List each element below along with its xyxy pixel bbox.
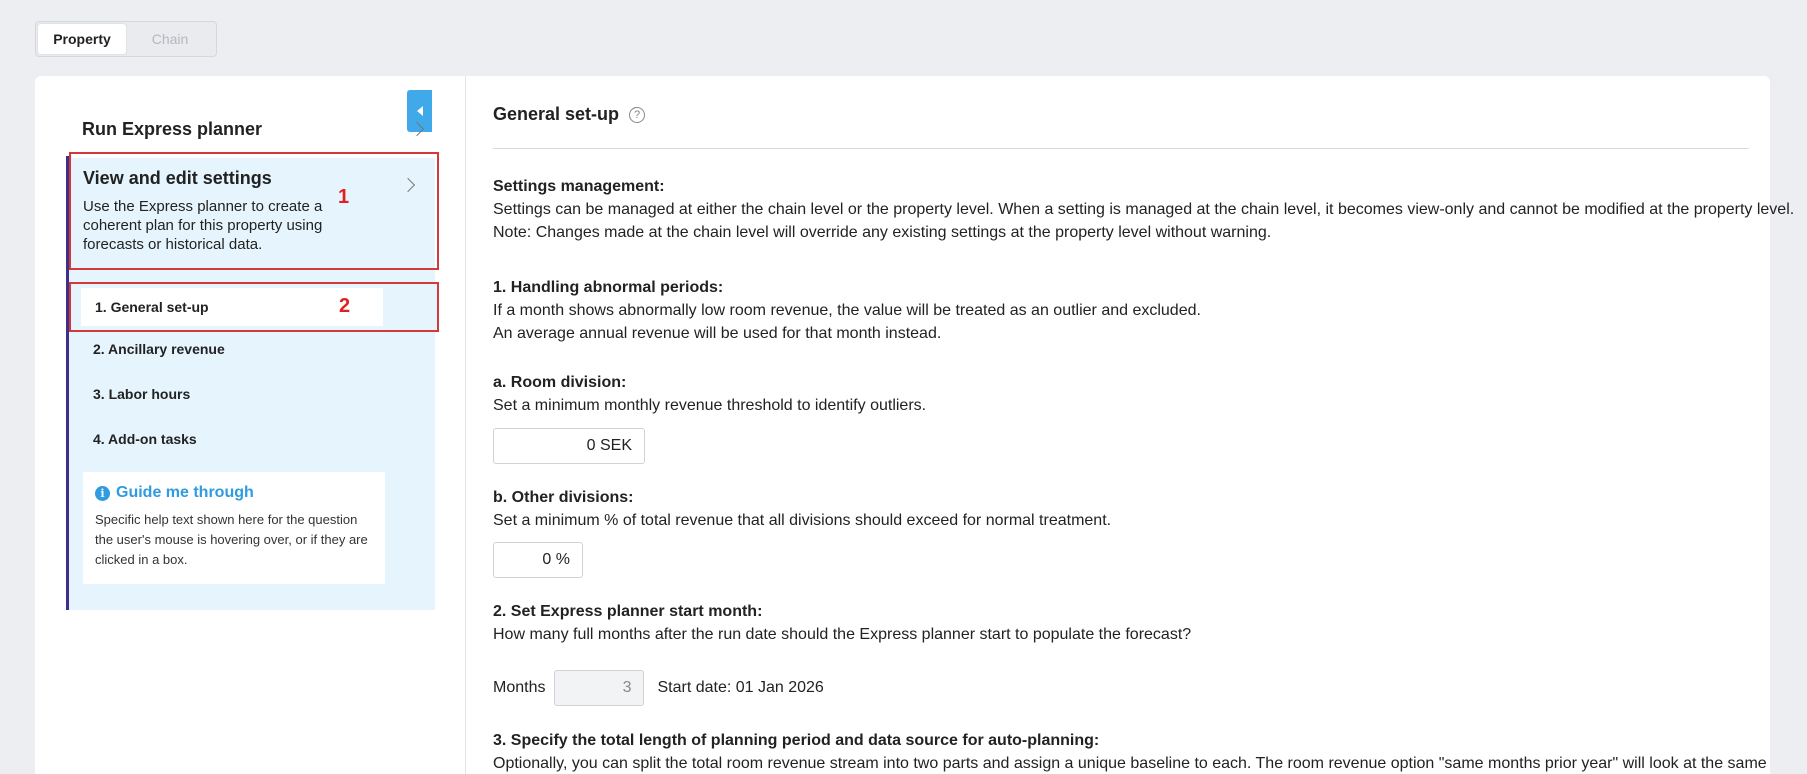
main-card: Run Express planner View and edit settin… bbox=[35, 76, 1794, 774]
settings-description: Use the Express planner to create a cohe… bbox=[83, 198, 323, 253]
sidebar-item-view-edit-settings[interactable]: View and edit settings Use the Express p… bbox=[69, 152, 439, 270]
annotation-1: 1 bbox=[338, 186, 350, 208]
s2-heading: 2. Set Express planner start month: bbox=[493, 603, 763, 620]
guide-title[interactable]: i Guide me through bbox=[95, 484, 373, 502]
s1-heading: 1. Handling abnormal periods: bbox=[493, 279, 724, 296]
view-toggle: Property Chain bbox=[35, 21, 217, 57]
settings-title: View and edit settings bbox=[83, 168, 272, 188]
step-general-setup-label: 1. General set-up bbox=[81, 288, 383, 326]
months-label: Months bbox=[493, 679, 546, 696]
run-planner-label: Run Express planner bbox=[82, 118, 263, 139]
s1-line1: If a month shows abnormally low room rev… bbox=[493, 302, 1201, 319]
room-division-text: Set a minimum monthly revenue threshold … bbox=[493, 397, 927, 414]
step-general-setup[interactable]: 1. General set-up bbox=[69, 282, 439, 332]
help-icon[interactable]: ? bbox=[629, 106, 646, 123]
annotation-2: 2 bbox=[339, 295, 351, 317]
title-divider bbox=[493, 148, 1749, 149]
s2-text: How many full months after the run date … bbox=[493, 626, 1192, 643]
guide-text: Specific help text shown here for the qu… bbox=[95, 512, 368, 567]
page-title-label: General set-up bbox=[493, 104, 620, 124]
tab-chain[interactable]: Chain bbox=[126, 24, 214, 54]
step-ancillary-revenue[interactable]: 2. Ancillary revenue bbox=[93, 341, 225, 357]
s1-line2: An average annual revenue will be used f… bbox=[493, 325, 942, 342]
s3-heading: 3. Specify the total length of planning … bbox=[493, 732, 1100, 749]
months-input[interactable]: 3 bbox=[554, 670, 645, 706]
step-labor-hours[interactable]: 3. Labor hours bbox=[93, 386, 190, 402]
page-title: General set-up ? bbox=[493, 104, 646, 125]
guide-title-label: Guide me through bbox=[116, 484, 254, 501]
tab-property[interactable]: Property bbox=[38, 24, 126, 54]
s3-text: Optionally, you can split the total room… bbox=[493, 755, 1767, 772]
info-icon: i bbox=[95, 485, 110, 501]
step-add-on-tasks[interactable]: 4. Add-on tasks bbox=[93, 431, 197, 447]
chevron-right-icon bbox=[409, 121, 425, 137]
other-divisions-percent-input[interactable]: 0 % bbox=[493, 542, 583, 578]
guide-box: i Guide me through Specific help text sh… bbox=[83, 472, 385, 584]
panel-divider bbox=[465, 76, 466, 774]
other-divisions-heading: b. Other divisions: bbox=[493, 489, 634, 506]
settings-mgmt-line2: Note: Changes made at the chain level wi… bbox=[493, 224, 1272, 241]
sidebar-item-run-express-planner[interactable]: Run Express planner bbox=[82, 114, 432, 144]
start-date: Start date: 01 Jan 2026 bbox=[657, 679, 824, 696]
settings-mgmt-line1: Settings can be managed at either the ch… bbox=[493, 201, 1795, 218]
room-division-heading: a. Room division: bbox=[493, 374, 627, 391]
room-division-threshold-input[interactable]: 0 SEK bbox=[493, 428, 645, 464]
settings-mgmt-heading: Settings management: bbox=[493, 178, 665, 195]
months-row: Months 3 Start date: 01 Jan 2026 bbox=[493, 670, 824, 706]
other-divisions-text: Set a minimum % of total revenue that al… bbox=[493, 512, 1112, 529]
